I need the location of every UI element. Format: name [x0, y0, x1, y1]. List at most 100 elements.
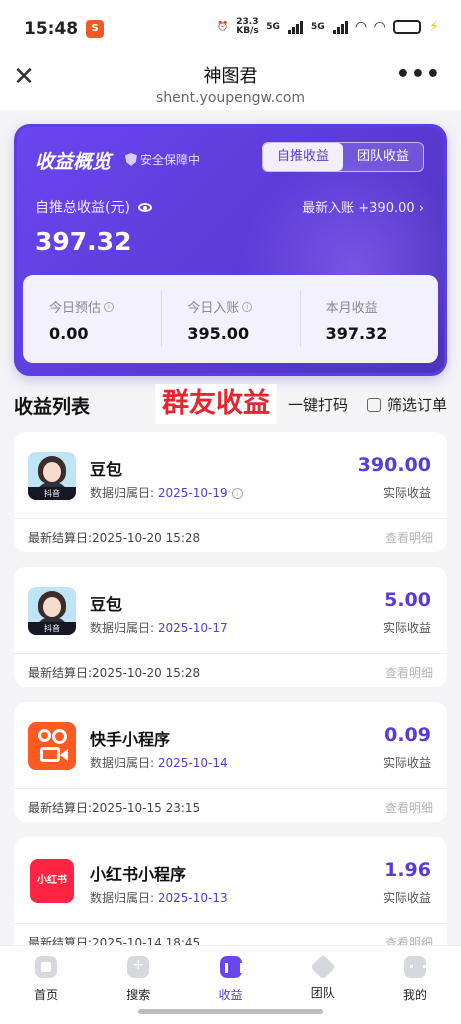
item-settle: 最新结算日:2025-10-20 15:28	[28, 666, 201, 680]
status-icons: ⏰ 23.3 KB/s 5G 5G ◠ ◠ ⚡	[217, 18, 439, 36]
chevron-right-icon: ›	[418, 201, 424, 216]
chart-icon	[219, 956, 243, 978]
divider	[14, 788, 447, 789]
view-detail-link[interactable]: 查看明细	[385, 799, 433, 816]
nav-label: 首页	[34, 988, 59, 1002]
list-item[interactable]: 抖音 豆包 数据归属日: 2025-10-17 5.00 实际收益 最新结算日:…	[14, 567, 447, 687]
item-date: 2025-10-13	[157, 891, 228, 905]
status-bar: 15:48 S ⏰ 23.3 KB/s 5G 5G ◠ ◠ ⚡	[0, 0, 461, 58]
item-settle: 最新结算日:2025-10-14 18:45	[28, 936, 201, 945]
profile-icon	[403, 956, 426, 978]
item-name: 小红书小程序	[90, 865, 187, 884]
info-icon[interactable]: i	[104, 301, 115, 312]
alarm-icon: ⏰	[217, 22, 229, 32]
date-prefix: 数据归属日:	[90, 486, 155, 500]
item-name: 快手小程序	[90, 730, 171, 749]
date-prefix: 数据归属日:	[90, 891, 155, 905]
item-amount: 1.96	[384, 859, 431, 881]
page-title: 神图君	[203, 66, 258, 87]
summary-title: 收益概览	[35, 151, 112, 173]
info-icon[interactable]: i	[231, 488, 243, 499]
mask-button[interactable]: 一键打码	[288, 394, 348, 415]
item-settle: 最新结算日:2025-10-15 23:15	[28, 801, 201, 815]
view-detail-link[interactable]: 查看明细	[385, 664, 433, 681]
douyin-avatar-icon: 抖音	[28, 452, 76, 500]
close-icon[interactable]: ✕	[12, 64, 36, 90]
earnings-summary-card: 收益概览 安全保障中 自推收益 团队收益 自推总收益(元) 最新入账 +390.…	[14, 124, 447, 376]
nav-home[interactable]: 首页	[0, 946, 92, 1024]
tab-self-earnings[interactable]: 自推收益	[263, 143, 343, 171]
shield-icon	[125, 153, 137, 166]
list-header: 收益列表 群友收益 一键打码 筛选订单	[14, 384, 447, 424]
view-detail-link[interactable]: 查看明细	[385, 934, 433, 945]
stat-value: 0.00	[49, 324, 89, 343]
page-url: shent.youpengw.com	[155, 90, 306, 106]
list-item[interactable]: 抖音 豆包 数据归属日: 2025-10-19 i 390.00 实际收益 最新结…	[14, 432, 447, 552]
earnings-tabs: 自推收益 团队收益	[262, 142, 424, 172]
info-icon[interactable]: i	[242, 301, 253, 312]
amount-label: 实际收益	[382, 891, 431, 905]
stat-today-credited: 今日入账 i 395.00	[161, 285, 299, 353]
amount-label: 实际收益	[382, 486, 431, 500]
item-name: 豆包	[90, 460, 123, 479]
more-icon[interactable]: •••	[396, 64, 441, 86]
amount-label: 实际收益	[382, 621, 431, 635]
date-prefix: 数据归属日:	[90, 756, 155, 770]
kuaishou-icon	[28, 722, 76, 770]
divider	[14, 653, 447, 654]
divider	[14, 518, 447, 519]
nav-label: 团队	[310, 986, 335, 1000]
latest-entry-link[interactable]: 最新入账 +390.00 ›	[302, 197, 424, 216]
filter-label: 筛选订单	[386, 396, 447, 414]
list-item[interactable]: 小红书 小红书小程序 数据归属日: 2025-10-13 1.96 实际收益 最…	[14, 837, 447, 945]
safe-badge: 安全保障中	[125, 151, 200, 168]
search-icon	[127, 956, 150, 978]
stat-label: 今日预估	[49, 301, 102, 316]
item-date: 2025-10-14	[157, 756, 228, 770]
item-settle: 最新结算日:2025-10-20 15:28	[28, 531, 201, 545]
item-amount: 5.00	[384, 589, 431, 611]
stat-value: 397.32	[325, 324, 388, 343]
douyin-avatar-icon: 抖音	[28, 587, 76, 635]
stat-value: 395.00	[187, 324, 250, 343]
logo-text: 小红书	[30, 859, 74, 903]
net-speed: 23.3 KB/s	[236, 17, 259, 36]
item-date-row: 数据归属日: 2025-10-14	[90, 754, 228, 771]
filter-orders-button[interactable]: 筛选订单	[366, 394, 447, 415]
heart-icon	[309, 954, 336, 980]
item-amount: 390.00	[357, 454, 431, 476]
total-label-row: 自推总收益(元)	[35, 197, 152, 217]
total-value: 397.32	[35, 227, 132, 256]
item-date: 2025-10-19	[157, 486, 228, 500]
status-time: 15:48	[24, 19, 79, 39]
divider	[14, 923, 447, 924]
charging-icon: ⚡	[429, 19, 439, 35]
total-label: 自推总收益(元)	[35, 200, 130, 216]
nav-label: 收益	[218, 988, 243, 1002]
stats-panel: 今日预估 i 0.00 今日入账 i 395.00 本月收益 397.32	[23, 275, 438, 363]
home-indicator[interactable]	[138, 1009, 323, 1014]
nav-me[interactable]: 我的	[369, 946, 461, 1024]
safe-label: 安全保障中	[140, 153, 201, 167]
wifi-icon-2: ◠	[374, 19, 386, 35]
signal-icon-2	[332, 20, 348, 34]
signal-label-2: 5G	[310, 22, 325, 32]
stat-label: 本月收益	[325, 301, 378, 316]
signal-icon	[287, 20, 303, 34]
latest-entry-text: 最新入账 +390.00	[302, 201, 415, 216]
xiaohongshu-icon: 小红书	[28, 857, 76, 905]
title-bar: ✕ 神图君 shent.youpengw.com •••	[0, 58, 461, 110]
overlay-tag: 群友收益	[155, 384, 277, 424]
wifi-icon: ◠	[355, 19, 367, 35]
signal-label-1: 5G	[266, 22, 280, 32]
platform-tag: 抖音	[28, 487, 76, 500]
battery-icon	[393, 20, 422, 34]
list-item[interactable]: 快手小程序 数据归属日: 2025-10-14 0.09 实际收益 最新结算日:…	[14, 702, 447, 822]
eye-icon[interactable]	[137, 202, 152, 212]
view-detail-link[interactable]: 查看明细	[385, 529, 433, 546]
stat-today-estimate: 今日预估 i 0.00	[23, 285, 161, 353]
main-content: 收益概览 安全保障中 自推收益 团队收益 自推总收益(元) 最新入账 +390.…	[0, 110, 461, 945]
tab-team-earnings[interactable]: 团队收益	[343, 143, 423, 171]
stat-label: 今日入账	[187, 301, 240, 316]
date-prefix: 数据归属日:	[90, 621, 155, 635]
